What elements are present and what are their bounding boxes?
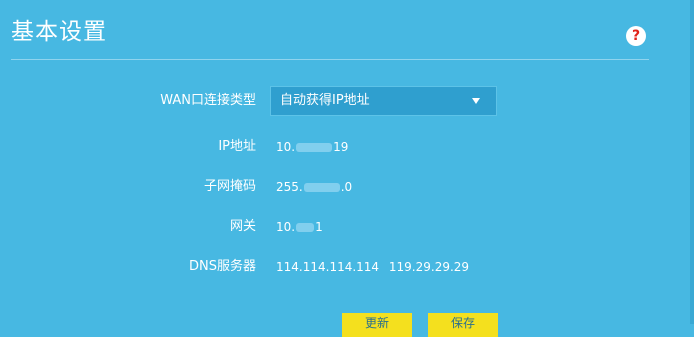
dns-primary: 114.114.114.114 — [276, 260, 380, 274]
subnet-label: 子网掩码 — [203, 179, 256, 194]
subnet-value: 255. .0 — [276, 172, 352, 202]
gateway-value: 10. 1 — [276, 212, 323, 242]
redacted-blur — [296, 223, 315, 232]
dns-secondary: 119.29.29.29 — [388, 260, 470, 274]
subnet-suffix: .0 — [340, 180, 353, 194]
gateway-row: 网关 10. 1 — [0, 212, 694, 242]
ip-prefix: 10. — [276, 140, 296, 154]
subnet-prefix: 255. — [276, 180, 303, 194]
help-icon[interactable]: ? — [626, 26, 646, 46]
wan-type-select[interactable]: 自动获得IP地址 — [270, 86, 497, 116]
dns-row: DNS服务器 114.114.114.114 119.29.29.29 — [0, 252, 694, 282]
gateway-prefix: 10. — [276, 220, 296, 234]
gateway-suffix: 1 — [315, 220, 323, 234]
wan-type-selected: 自动获得IP地址 — [280, 93, 370, 108]
save-button[interactable]: 保存 — [428, 313, 498, 337]
redacted-blur — [303, 183, 340, 192]
gateway-label: 网关 — [229, 219, 256, 234]
ip-label: IP地址 — [218, 139, 256, 154]
ip-suffix: 19 — [333, 140, 349, 154]
ip-value: 10. 19 — [276, 132, 348, 162]
redacted-blur — [296, 143, 333, 152]
renew-button[interactable]: 更新 — [342, 313, 412, 337]
wan-type-label: WAN口连接类型 — [160, 93, 256, 108]
ip-row: IP地址 10. 19 — [0, 132, 694, 162]
dns-label: DNS服务器 — [189, 259, 256, 274]
dns-value: 114.114.114.114 119.29.29.29 — [276, 252, 469, 282]
subnet-row: 子网掩码 255. .0 — [0, 172, 694, 202]
header-divider — [11, 59, 649, 60]
page-title: 基本设置 — [11, 19, 107, 45]
wan-type-row: WAN口连接类型 自动获得IP地址 — [0, 86, 694, 116]
chevron-down-icon — [472, 98, 480, 104]
